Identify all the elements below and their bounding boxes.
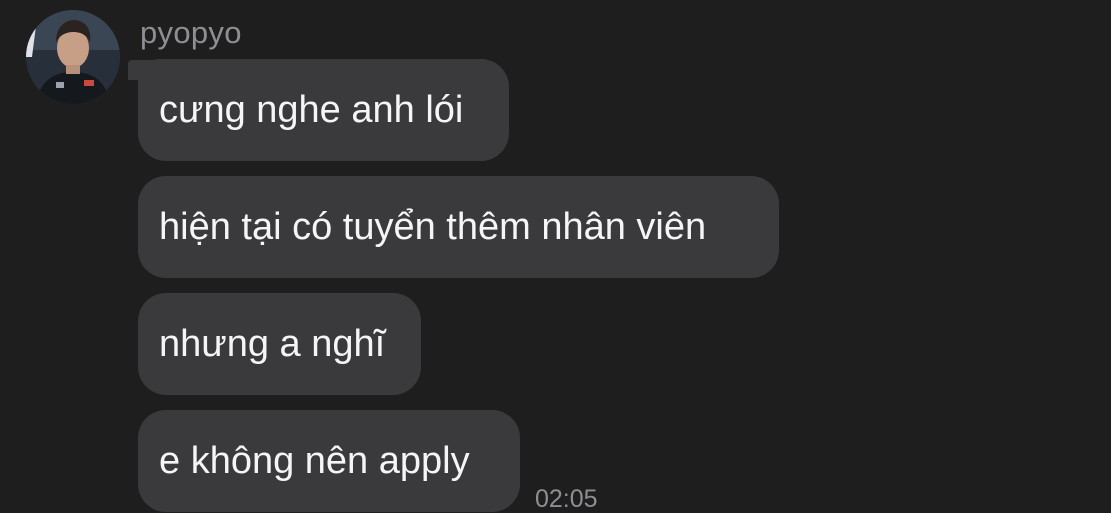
message-bubble[interactable]: hiện tại có tuyển thêm nhân viên	[138, 176, 779, 278]
message-bubble[interactable]: nhưng a nghĩ	[138, 293, 421, 395]
chat-thread: pyopyo cưng nghe anh lói hiện tại có tuy…	[0, 0, 1111, 513]
sender-avatar[interactable]	[26, 10, 120, 104]
message-timestamp: 02:05	[535, 485, 598, 513]
message-bubble[interactable]: e không nên apply	[138, 410, 520, 512]
avatar-photo	[26, 10, 120, 104]
sender-name: pyopyo	[140, 15, 242, 50]
message-bubble[interactable]: cưng nghe anh lói	[138, 59, 509, 161]
